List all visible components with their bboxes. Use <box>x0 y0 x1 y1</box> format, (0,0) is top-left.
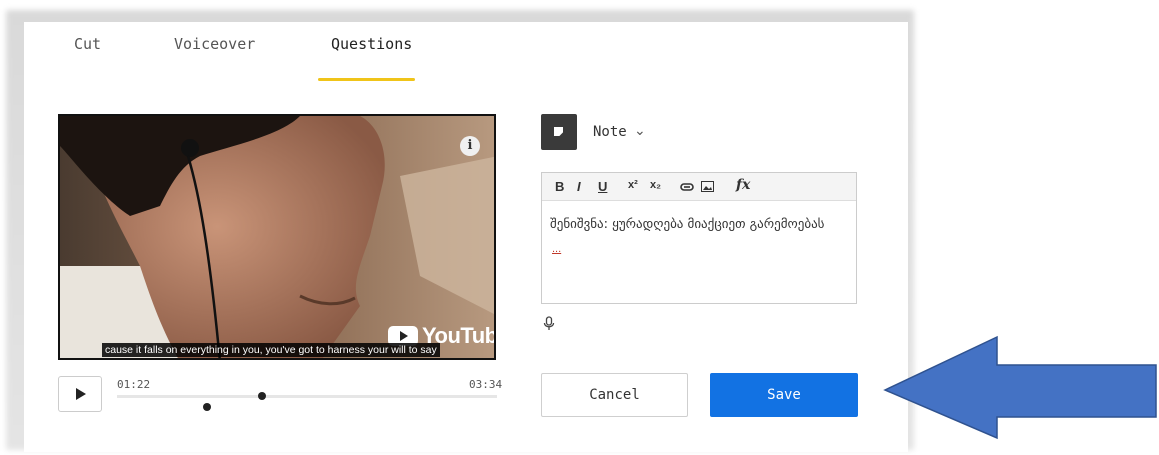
note-type-icon <box>541 114 577 150</box>
video-player[interactable]: i YouTube cause it falls on everything i… <box>58 114 496 360</box>
play-icon <box>76 388 86 400</box>
underline-button[interactable]: U <box>598 179 607 194</box>
tab-voiceover[interactable]: Voiceover <box>174 35 255 53</box>
cancel-button[interactable]: Cancel <box>541 373 688 417</box>
bold-button[interactable]: B <box>555 179 564 194</box>
active-tab-indicator <box>318 78 415 81</box>
subscript-button[interactable]: x₂ <box>650 179 661 191</box>
link-icon[interactable] <box>680 180 694 195</box>
note-type-label[interactable]: Note <box>593 124 627 140</box>
note-text[interactable]: შენიშვნა: ყურადღება მიაქციეთ გარემოებას <box>550 217 824 232</box>
current-time: 01:22 <box>117 378 151 391</box>
note-editor[interactable]: B I U x² x₂ fx შენიშვნა: ყურადღება მიაქც… <box>541 172 857 304</box>
spellcheck-marker: ... <box>552 243 562 255</box>
timeline-track[interactable] <box>117 395 497 398</box>
video-caption: cause it falls on everything in you, you… <box>102 343 440 357</box>
image-icon[interactable] <box>701 180 714 195</box>
tab-questions[interactable]: Questions <box>331 35 412 53</box>
info-icon[interactable]: i <box>460 136 480 156</box>
chevron-down-icon[interactable]: ⌄ <box>634 122 646 139</box>
italic-button[interactable]: I <box>577 179 581 194</box>
formula-button[interactable]: fx <box>736 177 750 193</box>
timeline-handle[interactable] <box>203 403 211 411</box>
arrow-annotation-icon <box>883 335 1157 440</box>
timeline-marker[interactable] <box>258 392 266 400</box>
microphone-icon[interactable] <box>543 316 555 337</box>
editor-toolbar: B I U x² x₂ fx <box>542 173 856 201</box>
save-button[interactable]: Save <box>710 373 858 417</box>
play-button[interactable] <box>58 376 102 412</box>
total-time: 03:34 <box>469 378 503 391</box>
superscript-button[interactable]: x² <box>628 179 638 191</box>
tab-cut[interactable]: Cut <box>74 35 101 53</box>
